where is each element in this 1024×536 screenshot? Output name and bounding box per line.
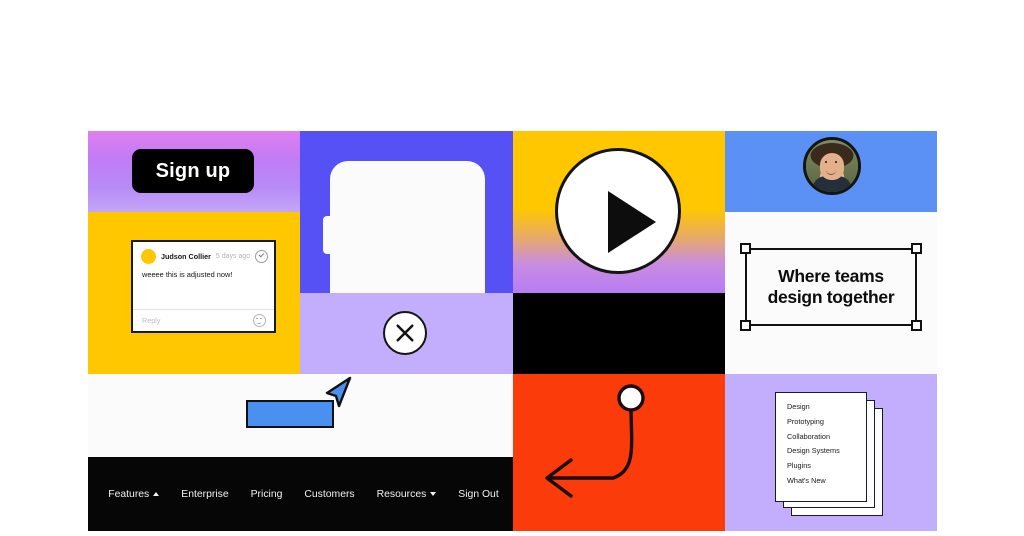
menu-list: Design Prototyping Collaboration Design …	[776, 393, 866, 501]
chevron-up-icon	[153, 492, 160, 496]
blue-rectangle-shape[interactable]	[246, 400, 334, 428]
pointer-cursor-icon	[325, 376, 352, 408]
comment-author: Judson Collier	[161, 252, 211, 261]
main-nav: Features Enterprise Pricing Customers Re…	[102, 489, 498, 500]
list-item[interactable]: Prototyping	[787, 417, 866, 425]
panel-avatar	[725, 131, 937, 212]
panel-list-stack: Design Prototyping Collaboration Design …	[725, 374, 937, 531]
nav-label-sign-out: Sign Out	[458, 488, 499, 500]
list-item[interactable]: Design	[787, 403, 866, 411]
panel-device-frame	[300, 131, 513, 293]
device-frame-icon	[330, 161, 485, 293]
panel-play	[513, 131, 725, 293]
selection-handle-top-right[interactable]	[911, 243, 922, 254]
nav-item-enterprise[interactable]: Enterprise	[181, 489, 228, 500]
selection-bounding-box[interactable]: Where teams design together	[740, 243, 922, 331]
nav-item-customers[interactable]: Customers	[304, 489, 354, 500]
user-avatar-photo[interactable]	[803, 137, 861, 195]
page-title: Where teams design together	[768, 266, 895, 307]
selection-handle-bottom-right[interactable]	[911, 320, 922, 331]
selection-handle-bottom-left[interactable]	[740, 320, 751, 331]
comment-footer: Reply	[133, 309, 274, 331]
panel-black-block	[513, 293, 725, 374]
comment-avatar-icon	[141, 249, 156, 264]
panel-arrow	[513, 374, 725, 531]
emoji-reaction-icon[interactable]	[253, 314, 266, 327]
close-circle-icon[interactable]	[383, 311, 427, 355]
list-item[interactable]: What's New	[787, 477, 866, 485]
card-stack: Design Prototyping Collaboration Design …	[775, 392, 885, 518]
nav-item-pricing[interactable]: Pricing	[251, 489, 283, 500]
list-item[interactable]: Design Systems	[787, 447, 866, 455]
panel-canvas	[88, 374, 513, 457]
avatar-head	[820, 153, 844, 180]
panel-close	[300, 293, 513, 374]
nav-label-resources: Resources	[376, 488, 427, 500]
comment-reply-input[interactable]: Reply	[142, 316, 160, 325]
curved-arrow-with-handle-icon	[545, 384, 645, 498]
list-item[interactable]: Plugins	[787, 462, 866, 470]
list-item[interactable]: Collaboration	[787, 432, 866, 440]
comment-timestamp: 5 days ago	[215, 253, 251, 260]
nav-label-features: Features	[108, 488, 150, 500]
play-button-icon[interactable]	[555, 148, 681, 274]
nav-label-enterprise: Enterprise	[181, 488, 229, 500]
sign-up-button[interactable]: Sign up	[132, 149, 254, 193]
stack-sheet-front[interactable]: Design Prototyping Collaboration Design …	[775, 392, 867, 502]
collage-grid: Sign up Judson Collier 5 days ago weeee …	[88, 131, 937, 531]
panel-comment: Judson Collier 5 days ago weeee this is …	[88, 212, 300, 374]
screenshot-root: Sign up Judson Collier 5 days ago weeee …	[0, 0, 1024, 536]
tagline-line-1: Where teams	[778, 266, 884, 287]
nav-label-customers: Customers	[304, 488, 355, 500]
selection-handle-top-left[interactable]	[740, 243, 751, 254]
nav-item-resources[interactable]: Resources	[377, 489, 437, 500]
comment-message: weeee this is adjusted now!	[142, 270, 233, 279]
panel-signup: Sign up	[88, 131, 300, 212]
panel-tagline: Where teams design together	[725, 212, 937, 374]
check-circle-icon[interactable]	[255, 250, 269, 263]
tagline-line-2: design together	[767, 287, 895, 307]
nav-item-features[interactable]: Features	[108, 488, 160, 500]
play-triangle-icon	[608, 191, 656, 253]
nav-item-sign-out[interactable]: Sign Out	[458, 489, 498, 500]
comment-card[interactable]: Judson Collier 5 days ago weeee this is …	[131, 240, 276, 333]
panel-navigation: Features Enterprise Pricing Customers Re…	[88, 457, 513, 531]
chevron-down-icon	[430, 492, 437, 496]
comment-header: Judson Collier 5 days ago	[133, 242, 274, 267]
nav-label-pricing: Pricing	[250, 488, 283, 500]
